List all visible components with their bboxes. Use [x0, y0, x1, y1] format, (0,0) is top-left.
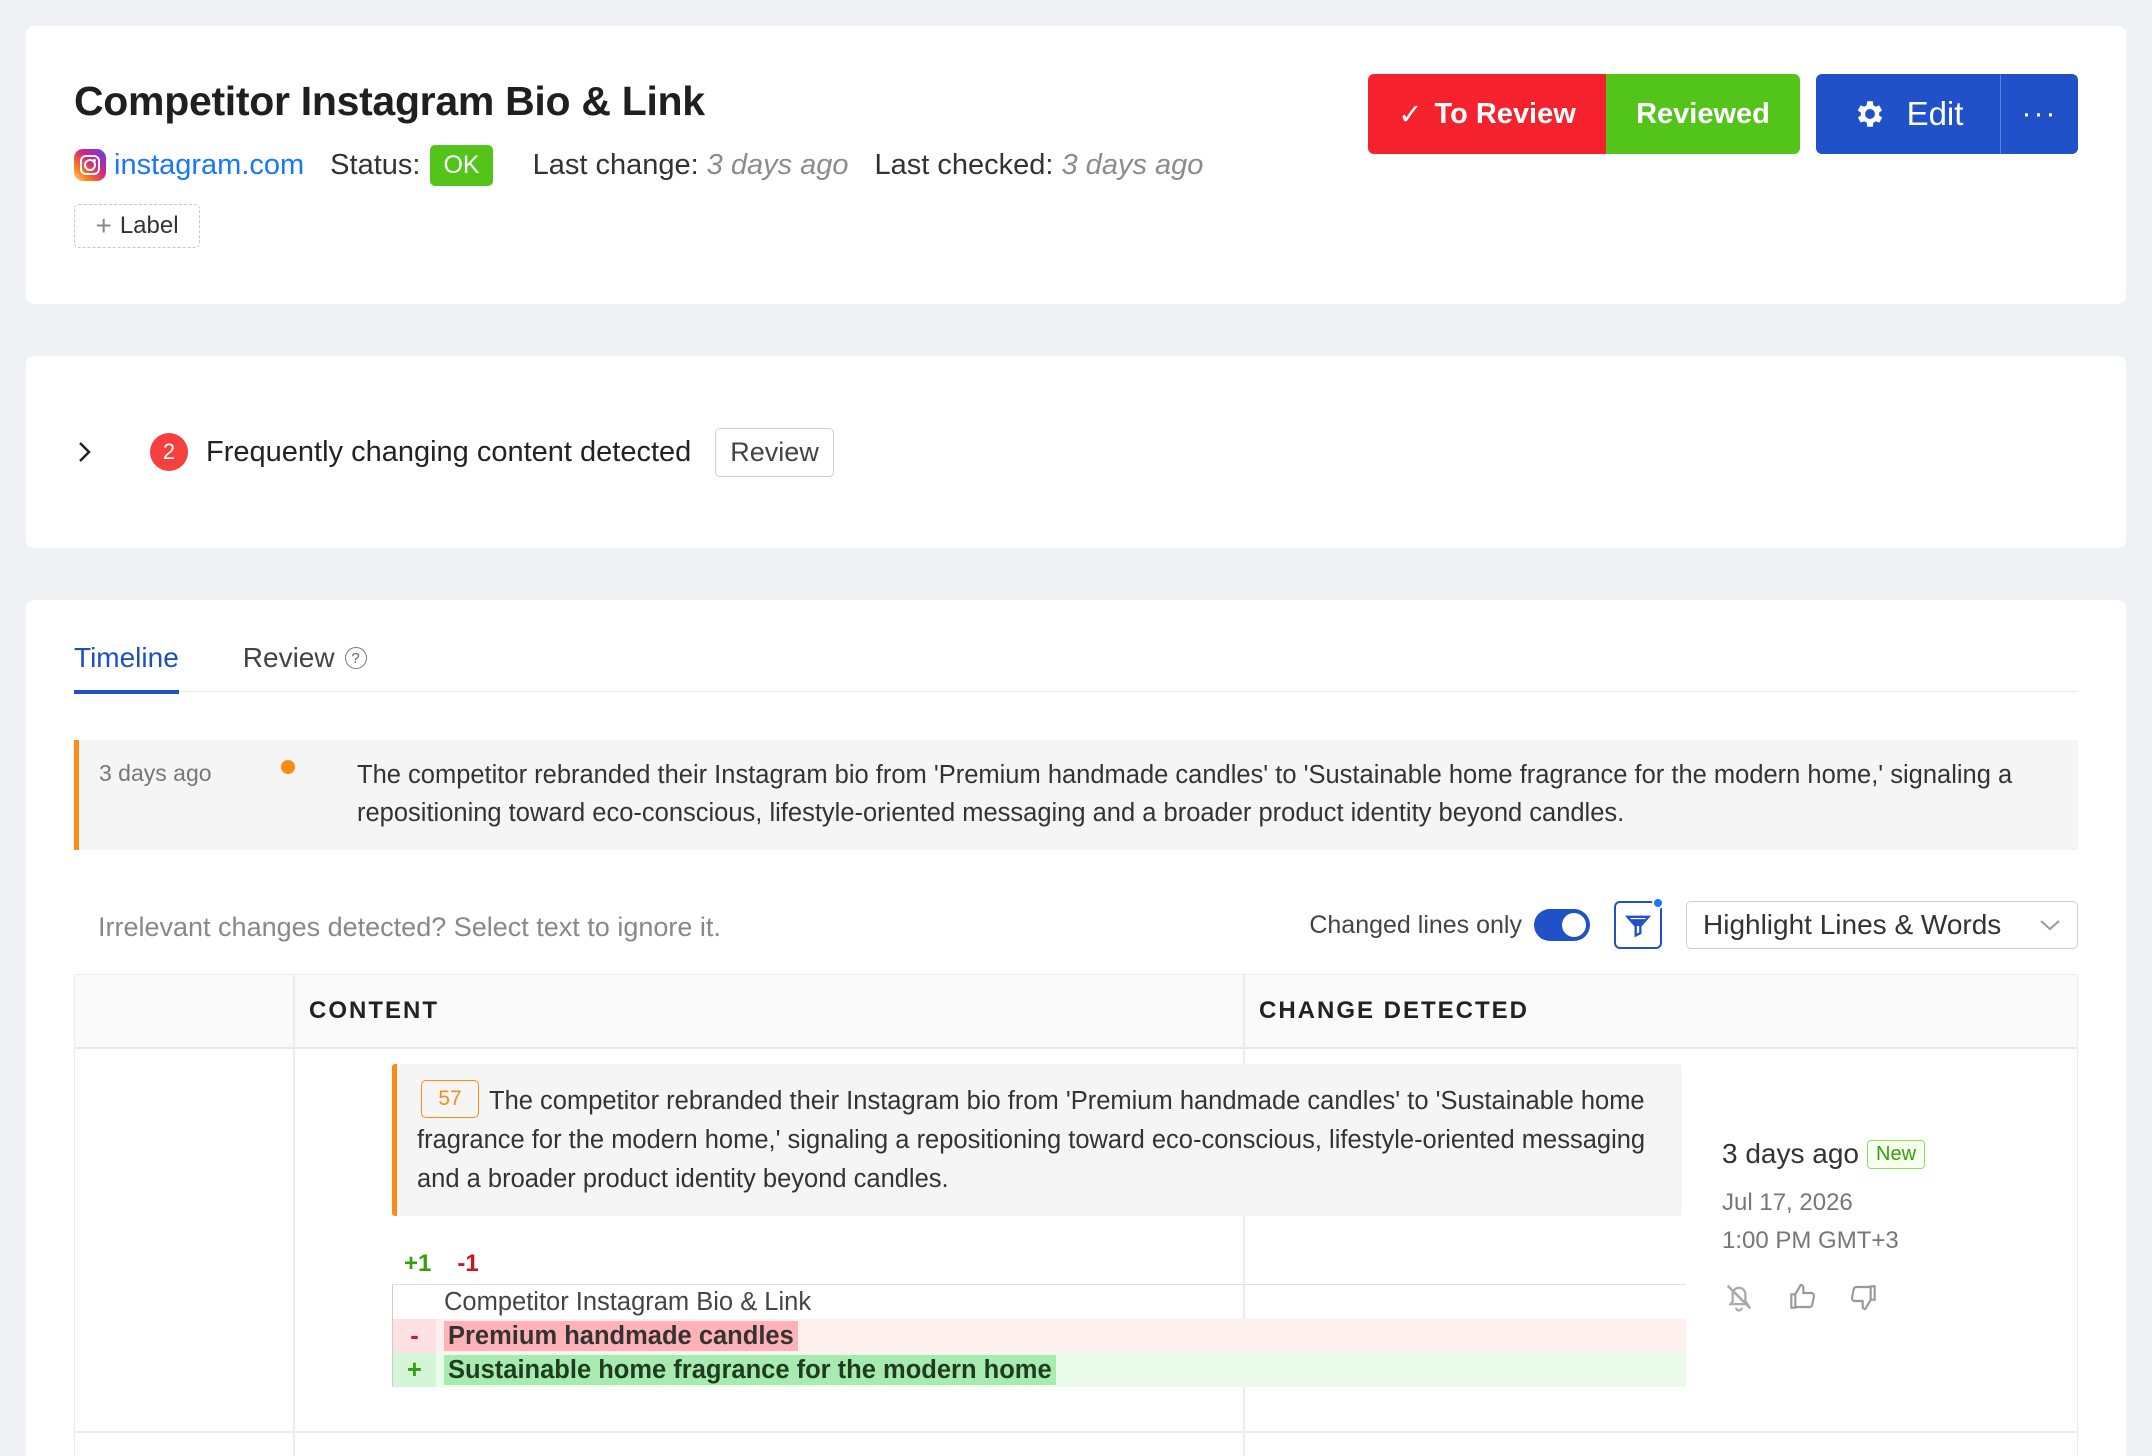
tab-review-label: Review: [242, 642, 335, 673]
status-badge: OK: [430, 144, 493, 186]
monitor-header-card: Competitor Instagram Bio & Link instagra…: [26, 26, 2126, 304]
ai-summary-box: 57 The competitor rebranded their Instag…: [392, 1064, 1682, 1216]
header-actions: ✓ To Review Reviewed Edit ···: [1368, 74, 2078, 154]
diff-context-text: Competitor Instagram Bio & Link: [444, 1287, 812, 1316]
row-divider: [75, 1431, 2077, 1433]
changed-lines-label: Changed lines only: [1309, 910, 1522, 939]
ai-summary-text: The competitor rebranded their Instagram…: [417, 1087, 1646, 1193]
filter-active-dot: [1652, 897, 1664, 909]
column-divider: [293, 975, 295, 1456]
added-count: +1: [404, 1250, 432, 1277]
filter-button[interactable]: [1614, 897, 1664, 949]
chevron-down-icon: [2040, 920, 2060, 931]
diff-added-marker: +: [392, 1353, 436, 1387]
table-header-change: CHANGE DETECTED: [1243, 975, 2077, 1049]
count-badge: 2: [150, 433, 188, 471]
change-relative-time: 3 days ago: [1722, 1138, 1859, 1169]
plus-icon: +: [95, 210, 112, 241]
tab-timeline[interactable]: Timeline: [74, 624, 179, 694]
last-change-label: Last change:: [532, 148, 699, 181]
chevron-right-icon[interactable]: [74, 440, 114, 464]
change-date-block: Jul 17, 2026 1:00 PM GMT+3: [1722, 1184, 1925, 1260]
timeline-summary-item[interactable]: 3 days ago The competitor rebranded thei…: [74, 740, 2078, 850]
changed-lines-toggle[interactable]: [1534, 909, 1590, 941]
diff-view[interactable]: Competitor Instagram Bio & Link - Premiu…: [392, 1284, 1686, 1387]
page-title: Competitor Instagram Bio & Link: [74, 78, 705, 124]
change-when: 3 days ago New: [1722, 1138, 1926, 1170]
bell-off-icon[interactable]: [1722, 1280, 1756, 1314]
diff-removed-marker: -: [392, 1319, 436, 1353]
frequent-changes-text: Frequently changing content detected: [206, 435, 692, 468]
to-review-label: To Review: [1434, 97, 1576, 130]
diff-context-line: Competitor Instagram Bio & Link: [392, 1285, 1686, 1319]
summary-dot-indicator: [281, 760, 295, 774]
reviewed-button[interactable]: Reviewed: [1606, 74, 1800, 154]
thumbs-down-icon[interactable]: [1848, 1281, 1880, 1313]
new-badge: New: [1867, 1139, 1926, 1169]
help-icon[interactable]: ?: [344, 647, 367, 669]
instagram-icon: [74, 149, 106, 181]
diff-removed-line: - Premium handmade candles: [392, 1319, 1686, 1353]
edit-button-group: Edit ···: [1816, 74, 2078, 154]
monitor-meta: instagram.com Status: OK Last change: 3 …: [74, 142, 1229, 188]
add-label-text: Label: [119, 212, 179, 239]
timeline-card: Timeline Review ? 3 days ago The competi…: [26, 600, 2126, 1456]
removed-count: -1: [457, 1250, 479, 1277]
diff-toolbar: Changed lines only Highlight Lines & Wor…: [1309, 897, 2078, 950]
highlight-mode-select[interactable]: Highlight Lines & Words: [1686, 901, 2078, 949]
change-detected-cell: 3 days ago New Jul 17, 2026 1:00 PM GMT+…: [1722, 1138, 1926, 1314]
diff-added-line: + Sustainable home fragrance for the mod…: [392, 1353, 1686, 1387]
diff-added-text: Sustainable home fragrance for the moder…: [444, 1354, 1056, 1385]
more-actions-button[interactable]: ···: [2000, 74, 2078, 154]
gear-icon: [1857, 101, 1882, 127]
ignore-hint: Irrelevant changes detected? Select text…: [98, 912, 721, 942]
change-date: Jul 17, 2026: [1722, 1189, 1853, 1216]
change-feedback-icons: [1722, 1280, 1925, 1314]
status-label: Status:: [330, 148, 421, 181]
last-checked-value: 3 days ago: [1061, 148, 1204, 181]
edit-button[interactable]: Edit: [1816, 74, 2000, 154]
tab-bar: Timeline Review ?: [74, 624, 2078, 694]
frequent-changes-review-button[interactable]: Review: [715, 427, 834, 477]
diff-removed-text: Premium handmade candles: [444, 1320, 798, 1351]
tab-timeline-label: Timeline: [74, 642, 179, 673]
table-header-blank: [75, 975, 293, 1049]
edit-label: Edit: [1906, 95, 1964, 132]
diff-counts: +1 -1: [404, 1250, 479, 1278]
last-change-value: 3 days ago: [706, 148, 849, 181]
to-review-button[interactable]: ✓ To Review: [1368, 74, 1606, 154]
review-state-toggle: ✓ To Review Reviewed: [1368, 74, 1800, 154]
highlight-mode-value: Highlight Lines & Words: [1703, 909, 2002, 940]
diff-gutter: [392, 1285, 436, 1319]
add-label-button[interactable]: + Label: [74, 204, 200, 248]
thumbs-up-icon[interactable]: [1786, 1281, 1818, 1313]
check-icon: ✓: [1398, 98, 1423, 131]
filter-icon: [1624, 915, 1652, 938]
frequent-changes-card: 2 Frequently changing content detected R…: [26, 356, 2126, 548]
frequent-changes-row[interactable]: 2 Frequently changing content detected R…: [74, 427, 834, 477]
table-header-content: CONTENT: [293, 975, 1243, 1049]
last-checked-label: Last checked:: [874, 148, 1054, 181]
summary-text: The competitor rebranded their Instagram…: [357, 761, 2013, 827]
site-link[interactable]: instagram.com: [114, 149, 304, 182]
summary-time: 3 days ago: [99, 760, 212, 786]
change-time: 1:00 PM GMT+3: [1722, 1227, 1899, 1254]
tab-review[interactable]: Review ?: [243, 624, 367, 692]
